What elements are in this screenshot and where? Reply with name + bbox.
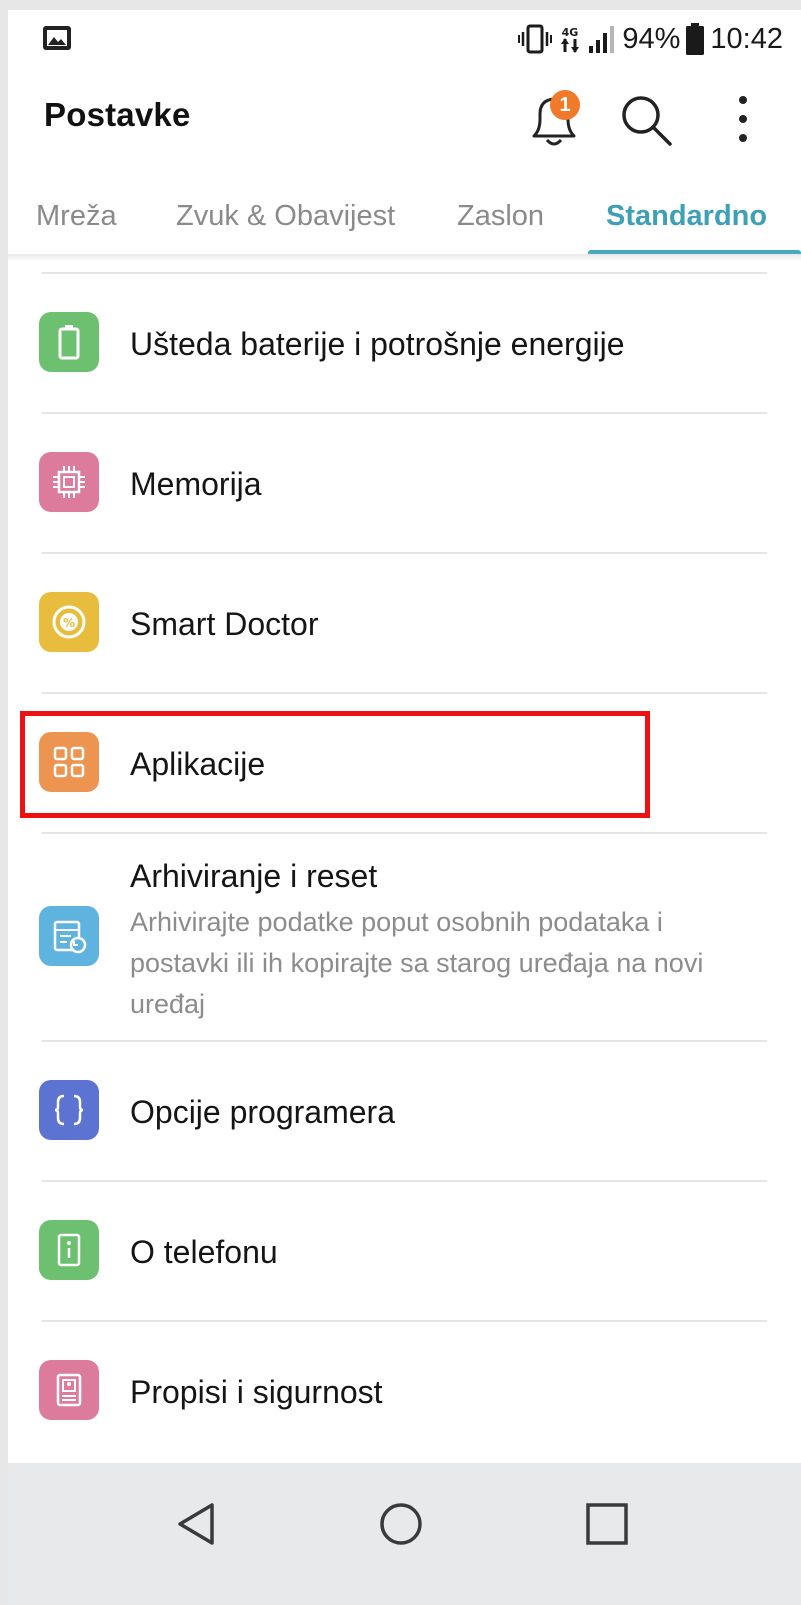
network-label: 4G — [562, 26, 579, 39]
settings-item-label: Arhiviranje i reset — [130, 858, 378, 894]
clock: 10:42 — [710, 22, 783, 55]
braces-icon — [39, 1080, 99, 1140]
backup-icon — [39, 906, 99, 966]
settings-item-description: Arhivirajte podatke poput osobnih podata… — [130, 907, 704, 1019]
tab-standardno[interactable]: Standardno — [606, 200, 767, 233]
svg-text:%: % — [63, 616, 75, 630]
highlight-annotation — [20, 711, 650, 818]
settings-item-label: Ušteda baterije i potrošnje energije — [130, 326, 625, 362]
phone-screen: 4G 94% 10:42 Postavke 1 Mreža Zvuk & Oba… — [8, 10, 801, 1605]
settings-item-label: Smart Doctor — [130, 606, 319, 642]
settings-item-label: Propisi i sigurnost — [130, 1374, 383, 1410]
settings-item-memorija[interactable]: Memorija — [8, 414, 801, 552]
network-4g-icon: 4G — [561, 26, 580, 53]
settings-item-smart-doctor[interactable]: % Smart Doctor — [8, 554, 801, 692]
settings-item-opcije-programera[interactable]: Opcije programera — [8, 1042, 801, 1180]
navigation-bar — [8, 1463, 801, 1605]
certificate-icon — [39, 1360, 99, 1420]
notification-badge: 1 — [550, 90, 580, 120]
chip-icon — [39, 452, 99, 512]
home-circle-icon[interactable] — [376, 1499, 426, 1549]
settings-item-label: Opcije programera — [130, 1094, 395, 1130]
tab-zaslon[interactable]: Zaslon — [457, 200, 544, 233]
search-icon[interactable] — [616, 90, 676, 150]
settings-item-label: Memorija — [130, 466, 262, 502]
tab-mreza[interactable]: Mreža — [36, 200, 117, 233]
info-icon — [39, 1220, 99, 1280]
page-title: Postavke — [44, 96, 191, 133]
settings-item-arhiviranje[interactable]: Arhiviranje i reset Arhivirajte podatke … — [8, 834, 801, 1040]
recents-square-icon[interactable] — [582, 1499, 632, 1549]
battery-icon — [686, 23, 705, 55]
settings-item-battery[interactable]: Ušteda baterije i potrošnje energije — [8, 274, 801, 412]
vibrate-icon — [518, 24, 553, 54]
more-vert-icon[interactable] — [723, 90, 763, 150]
category-tabs: Mreža Zvuk & Obavijest Zaslon Standardno — [8, 180, 801, 256]
signal-icon — [589, 26, 615, 53]
tabs-divider — [8, 254, 801, 262]
settings-item-label: O telefonu — [130, 1234, 278, 1270]
battery-saver-icon — [39, 312, 99, 372]
settings-item-o-telefonu[interactable]: O telefonu — [8, 1182, 801, 1320]
smart-doctor-icon: % — [39, 592, 99, 652]
battery-percent: 94% — [622, 22, 681, 55]
back-triangle-icon[interactable] — [172, 1499, 222, 1549]
status-bar: 4G 94% 10:42 — [8, 10, 801, 68]
app-bar: Postavke 1 — [8, 68, 801, 178]
status-icons: 4G 94% 10:42 — [518, 20, 783, 58]
tab-zvuk-obavijest[interactable]: Zvuk & Obavijest — [176, 200, 395, 233]
image-icon — [43, 26, 71, 50]
settings-item-propisi[interactable]: Propisi i sigurnost — [8, 1322, 801, 1460]
notifications-button[interactable]: 1 — [520, 86, 588, 154]
